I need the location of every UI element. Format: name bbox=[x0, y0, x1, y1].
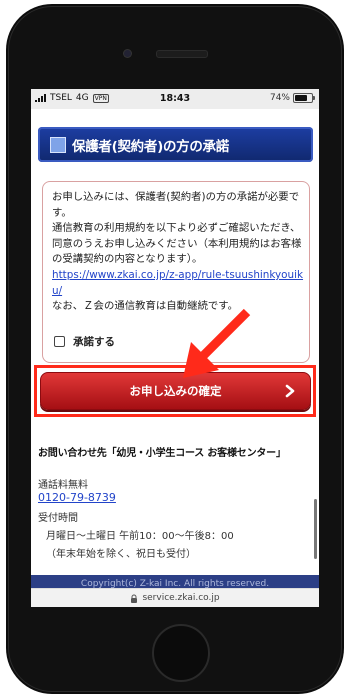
consent-paragraph: お申し込みには、保護者(契約者)の方の承諾が必要です。 通信教育の利用規約を以下… bbox=[52, 191, 302, 266]
battery-percent: 74% bbox=[269, 93, 290, 103]
status-bar: TSEL 4G VPN 18:43 74% bbox=[31, 89, 319, 109]
status-right: 74% bbox=[269, 93, 315, 103]
toll-free-label: 通話料無料 bbox=[38, 480, 88, 491]
hours-note: （年末年始を除く、祝日も受付） bbox=[46, 549, 196, 560]
url-text: service.zkai.co.jp bbox=[142, 593, 220, 603]
browser-url-bar[interactable]: service.zkai.co.jp bbox=[31, 588, 319, 607]
page-content: 保護者(契約者)の方の承諾 お申し込みには、保護者(契約者)の方の承諾が必要です… bbox=[31, 109, 319, 597]
phone-number-link[interactable]: 0120-79-8739 bbox=[38, 491, 116, 504]
section-header: 保護者(契約者)の方の承諾 bbox=[38, 127, 313, 162]
consent-checkbox-label[interactable]: 承諾する bbox=[73, 334, 115, 349]
contact-title: お問い合わせ先「幼児・小学生コース お客様センター」 bbox=[38, 448, 286, 459]
header-square-icon bbox=[50, 136, 66, 153]
hours-value: 月曜日〜土曜日 午前10：00〜午後8：00 bbox=[46, 531, 234, 542]
consent-checkbox[interactable] bbox=[54, 336, 65, 347]
phone-screen: TSEL 4G VPN 18:43 74% 保護者(契約者)の方の承諾 お申し込… bbox=[31, 89, 319, 607]
consent-text: お申し込みには、保護者(契約者)の方の承諾が必要です。 通信教育の利用規約を以下… bbox=[52, 190, 304, 315]
annotation-arrow-icon bbox=[183, 308, 251, 378]
battery-fill bbox=[295, 95, 307, 101]
scroll-indicator[interactable] bbox=[314, 499, 317, 559]
earpiece-speaker bbox=[156, 50, 208, 58]
battery-icon bbox=[293, 93, 315, 103]
section-title: 保護者(契約者)の方の承諾 bbox=[72, 138, 229, 155]
terms-link[interactable]: https://www.zkai.co.jp/z-app/rule-tsuush… bbox=[52, 269, 303, 297]
front-camera bbox=[124, 50, 131, 57]
home-button[interactable] bbox=[152, 624, 210, 682]
confirm-application-button[interactable]: お申し込みの確定 bbox=[40, 372, 311, 410]
consent-checkbox-row[interactable]: 承諾する bbox=[54, 334, 115, 349]
chevron-right-icon bbox=[285, 384, 295, 398]
consent-box: お申し込みには、保護者(契約者)の方の承諾が必要です。 通信教育の利用規約を以下… bbox=[42, 181, 310, 363]
hours-label: 受付時間 bbox=[38, 513, 78, 524]
lock-icon bbox=[131, 594, 138, 603]
